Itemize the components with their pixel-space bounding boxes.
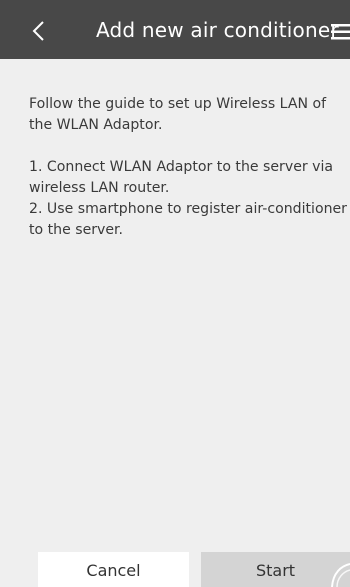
page-title: Add new air conditioner — [96, 18, 339, 42]
corner-decoration — [331, 563, 350, 587]
hamburger-menu-icon[interactable] — [331, 24, 350, 40]
guide-content: Follow the guide to set up Wireless LAN … — [29, 94, 347, 241]
guide-step-2: 2. Use smartphone to register air-condit… — [29, 201, 347, 238]
chevron-left-icon[interactable] — [30, 20, 46, 42]
cancel-button[interactable]: Cancel — [38, 552, 189, 587]
guide-intro: Follow the guide to set up Wireless LAN … — [29, 96, 327, 133]
title-bar: Add new air conditioner — [0, 0, 350, 59]
guide-step-1: 1. Connect WLAN Adaptor to the server vi… — [29, 159, 334, 196]
app-screen: Add new air conditioner Follow the guide… — [0, 0, 350, 587]
guide-steps: 1. Connect WLAN Adaptor to the server vi… — [29, 157, 347, 241]
